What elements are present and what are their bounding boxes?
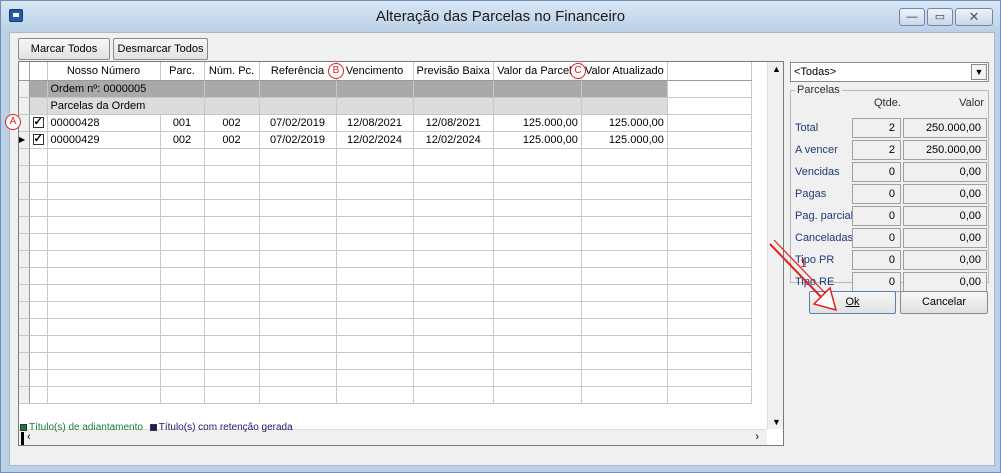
scroll-up-icon[interactable]: ▲ (768, 64, 783, 74)
scroll-right-icon[interactable]: › (755, 431, 759, 443)
summary-label: Pagas (795, 188, 827, 200)
empty-row (19, 335, 752, 353)
summary-qtde: 0 (852, 272, 901, 292)
empty-row (19, 250, 752, 268)
summary-qtde: 0 (852, 184, 901, 204)
summary-qtde: 2 (852, 118, 901, 138)
minimize-button[interactable]: — (899, 8, 925, 26)
title-bar[interactable]: Alteração das Parcelas no Financeiro — ▭… (1, 1, 1000, 31)
summary-qtde: 0 (852, 206, 901, 226)
header-valor-atualizado[interactable]: Valor Atualizado (581, 62, 668, 81)
group-row-parcelas[interactable]: Parcelas da Ordem (19, 97, 752, 115)
group-parcelas-label: Parcelas da Ordem (47, 97, 205, 115)
summary-row: A vencer 2 250.000,00 (791, 140, 990, 160)
summary-valor: 0,00 (903, 250, 987, 270)
maximize-button[interactable]: ▭ (927, 8, 953, 26)
annotation-marker-b: B (328, 63, 344, 79)
annotation-marker-a: A (5, 114, 21, 130)
summary-row: Pagas 0 0,00 (791, 184, 990, 204)
group-row-ordem[interactable]: Ordem nº: 0000005 (19, 80, 752, 98)
grid-table: Nosso Número Parc. Núm. Pc. Referência V… (19, 62, 752, 404)
header-referencia[interactable]: Referência (259, 62, 337, 81)
empty-row (19, 369, 752, 387)
header-valor-parcela[interactable]: Valor da Parcela (493, 62, 582, 81)
grid-legend: Título(s) de adiantamento Título(s) com … (20, 422, 293, 433)
summary-valor: 0,00 (903, 206, 987, 226)
empty-row (19, 148, 752, 166)
empty-row (19, 352, 752, 370)
summary-valor: 0,00 (903, 272, 987, 292)
main-window: Alteração das Parcelas no Financeiro — ▭… (0, 0, 1001, 473)
summary-label: Vencidas (795, 166, 840, 178)
header-check (29, 62, 48, 81)
annotation-arrow-icon (769, 239, 838, 312)
summary-qtde: 0 (852, 250, 901, 270)
table-row[interactable]: ▶ 00000429 002 002 07/02/2019 12/02/2024… (19, 131, 752, 149)
group-ordem-label: Ordem nº: 0000005 (47, 80, 205, 98)
status-filter-select[interactable]: <Todas> ▼ (790, 62, 989, 82)
grid-header-row: Nosso Número Parc. Núm. Pc. Referência V… (19, 62, 752, 81)
scroll-down-icon[interactable]: ▼ (768, 417, 783, 427)
parcelas-grid[interactable]: Nosso Número Parc. Núm. Pc. Referência V… (18, 61, 784, 446)
summary-label: Pag. parcial (795, 210, 854, 222)
dialog-body: Marcar Todos Desmarcar Todos Nosso Númer… (5, 32, 995, 466)
summary-valor: 250.000,00 (903, 118, 987, 138)
empty-row (19, 284, 752, 302)
row-checkbox[interactable] (32, 115, 44, 129)
close-button[interactable]: ✕ (955, 8, 993, 26)
summary-label: A vencer (795, 144, 838, 156)
summary-valor: 0,00 (903, 184, 987, 204)
empty-row (19, 386, 752, 404)
summary-row: Vencidas 0 0,00 (791, 162, 990, 182)
annotation-marker-c: C (570, 63, 586, 79)
desmarcar-todos-button[interactable]: Desmarcar Todos (113, 38, 208, 60)
adiantamento-swatch (20, 423, 27, 431)
summary-qtde: 0 (852, 162, 901, 182)
header-nosso-numero[interactable]: Nosso Número (47, 62, 161, 81)
empty-row (19, 267, 752, 285)
parcelas-summary-title: Parcelas (795, 84, 842, 96)
empty-row (19, 182, 752, 200)
empty-row (19, 301, 752, 319)
summary-valor: 0,00 (903, 162, 987, 182)
summary-row: Total 2 250.000,00 (791, 118, 990, 138)
summary-qtde: 2 (852, 140, 901, 160)
empty-row (19, 233, 752, 251)
summary-row: Pag. parcial 0 0,00 (791, 206, 990, 226)
summary-valor: 250.000,00 (903, 140, 987, 160)
table-row[interactable]: 00000428 001 002 07/02/2019 12/08/2021 1… (19, 114, 752, 132)
summary-qtde: 0 (852, 228, 901, 248)
empty-row (19, 216, 752, 234)
empty-row (19, 199, 752, 217)
chevron-down-icon[interactable]: ▼ (971, 64, 987, 80)
marcar-todos-button[interactable]: Marcar Todos (18, 38, 110, 60)
window-title: Alteração das Parcelas no Financeiro (375, 8, 626, 25)
header-num-pc[interactable]: Núm. Pc. (204, 62, 260, 81)
header-parc[interactable]: Parc. (160, 62, 205, 81)
row-pointer-icon: ▶ (19, 131, 30, 149)
header-previsao-baixa[interactable]: Previsão Baixa (413, 62, 494, 81)
summary-label: Total (795, 122, 819, 134)
empty-row (19, 318, 752, 336)
summary-valor: 0,00 (903, 228, 987, 248)
retencao-swatch (149, 423, 157, 431)
empty-row (19, 165, 752, 183)
row-checkbox[interactable] (32, 132, 44, 146)
header-vencimento[interactable]: Vencimento (336, 62, 414, 81)
cancel-button[interactable]: Cancelar (900, 291, 988, 314)
